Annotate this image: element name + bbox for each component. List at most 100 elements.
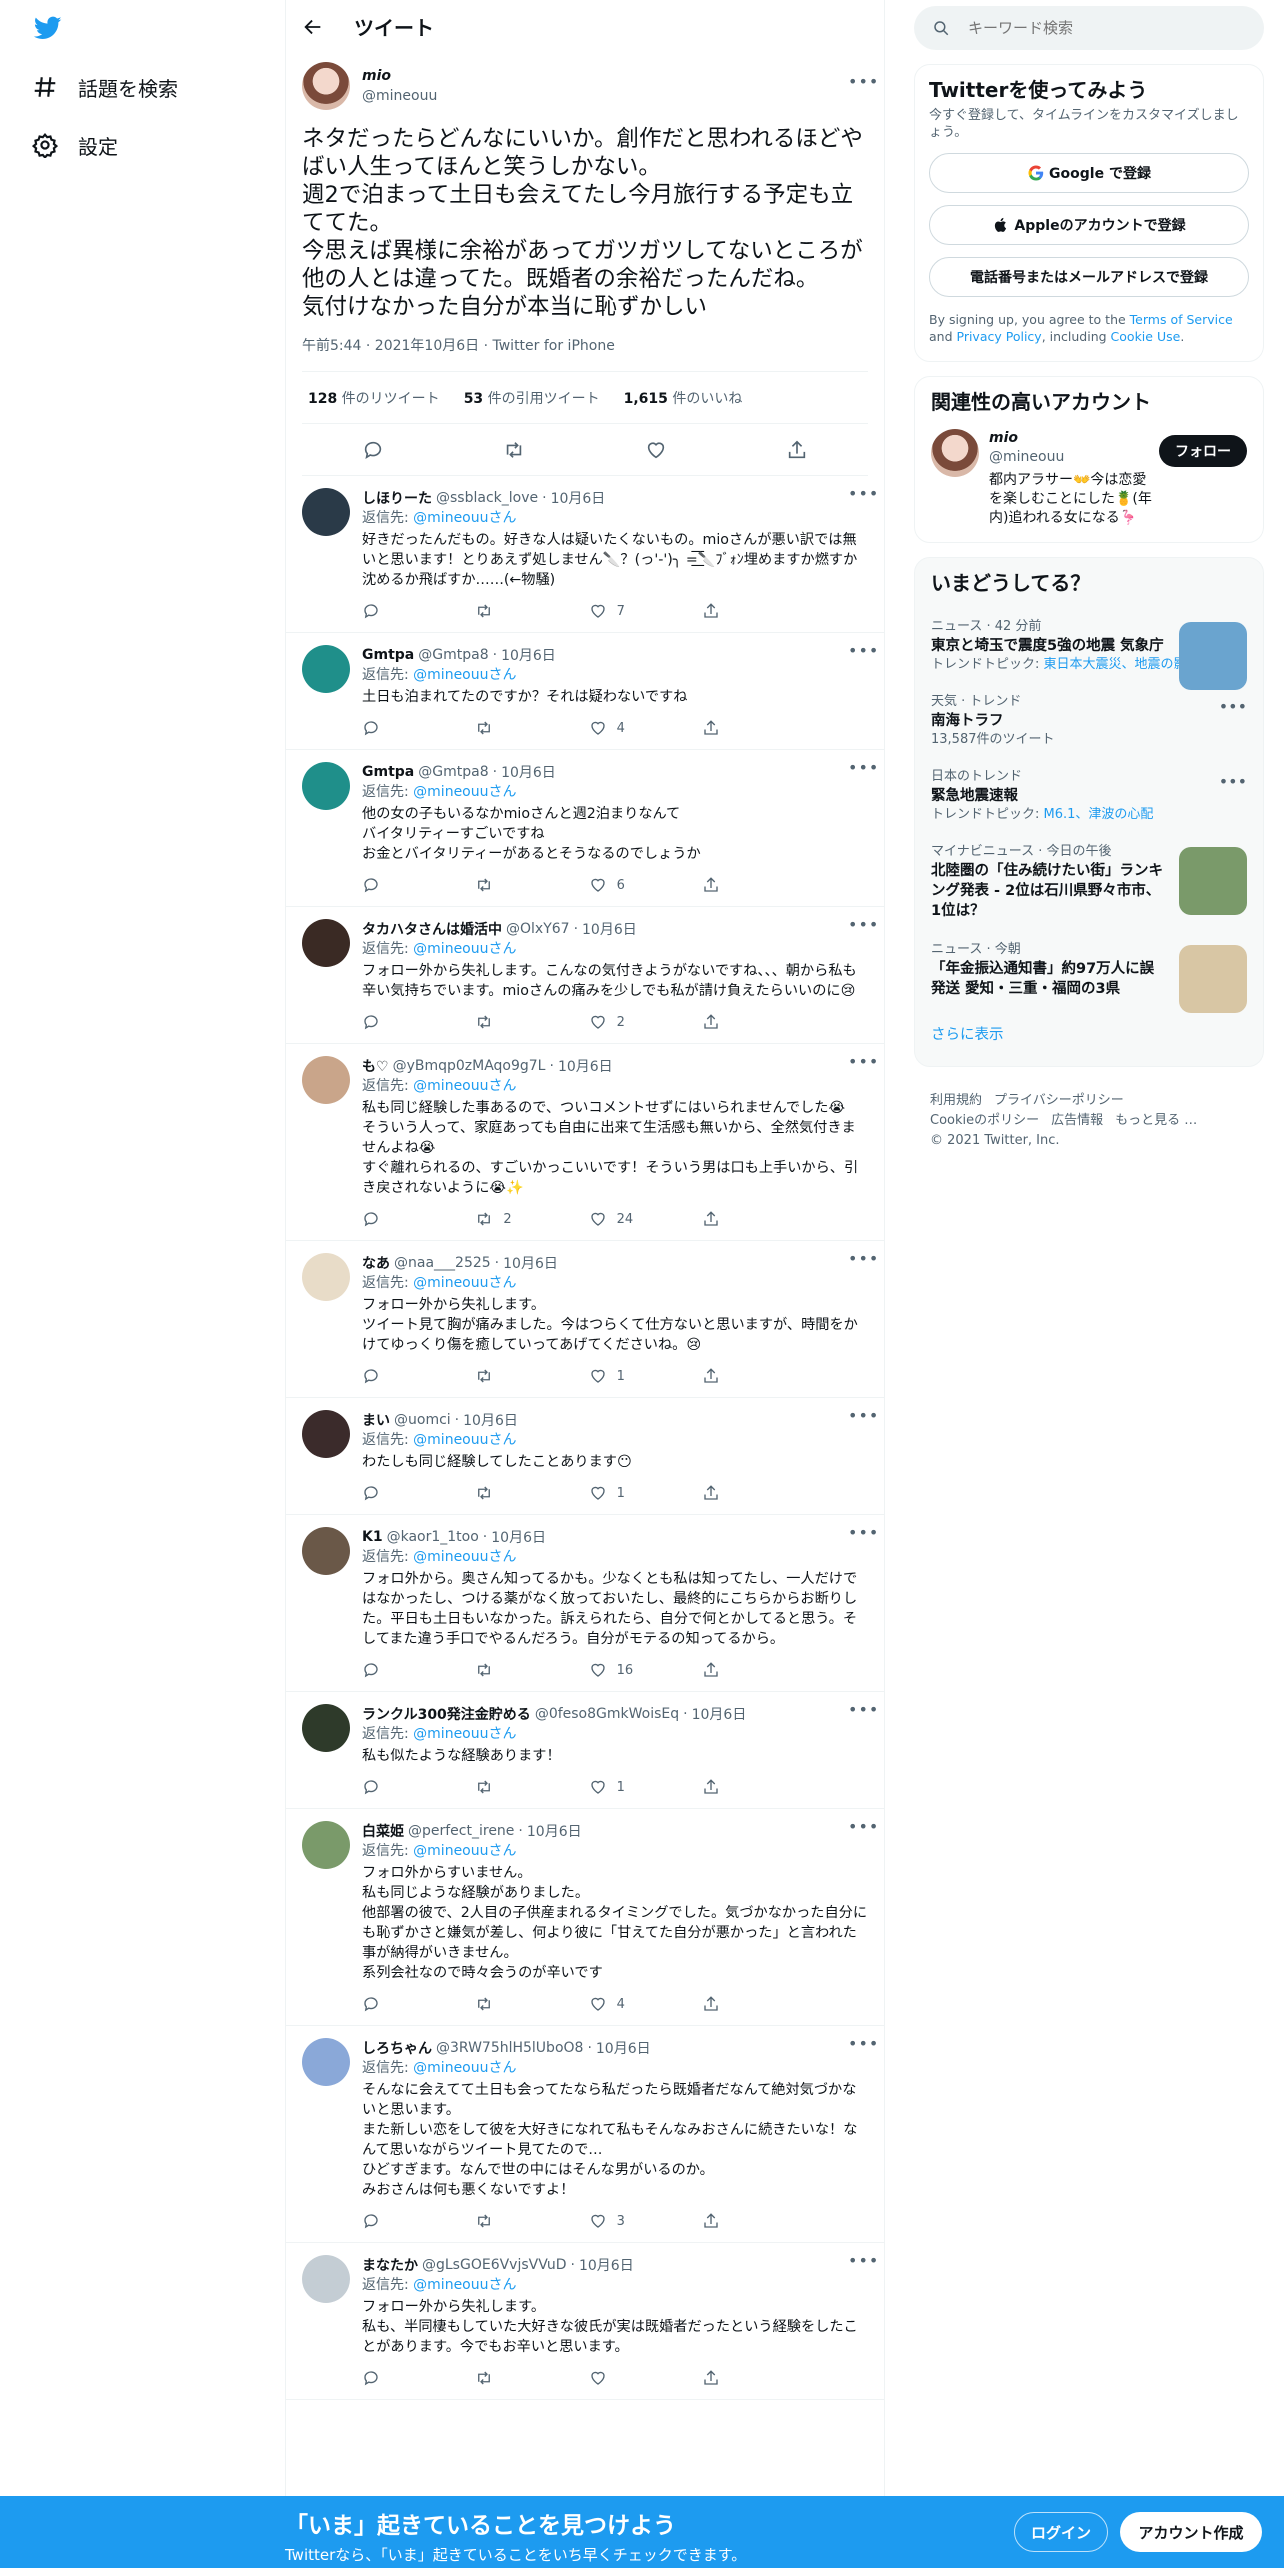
reply-button[interactable] bbox=[362, 1013, 452, 1031]
more-options-icon[interactable]: ••• bbox=[848, 2036, 878, 2058]
tweet-timestamp[interactable]: 午前5:44 · 2021年10月6日 · Twitter for iPhone bbox=[302, 335, 868, 372]
reply-button[interactable] bbox=[362, 1778, 452, 1796]
reply-tweet[interactable]: まい @uomci · 10月6日 ••• 返信先: @mineouuさん わた… bbox=[286, 1398, 884, 1515]
reply-author-handle[interactable]: @uomci bbox=[394, 1412, 451, 1428]
more-options-icon[interactable]: ••• bbox=[848, 1251, 878, 1273]
search-bar[interactable] bbox=[914, 6, 1264, 50]
avatar[interactable] bbox=[302, 1821, 350, 1869]
trend-item[interactable]: 日本のトレンド 緊急地震速報 トレンドトピック: M6.1、津波の心配 ••• bbox=[915, 758, 1263, 833]
reply-tweet[interactable]: Gmtpa @Gmtpa8 · 10月6日 ••• 返信先: @mineouuさ… bbox=[286, 750, 884, 907]
reply-to-link[interactable]: @mineouuさん bbox=[413, 1078, 516, 1094]
reply-date[interactable]: 10月6日 bbox=[491, 1527, 546, 1547]
reply-date[interactable]: 10月6日 bbox=[582, 919, 637, 939]
reply-to-link[interactable]: @mineouuさん bbox=[413, 784, 516, 800]
quote-count[interactable]: 53 件の引用ツイート bbox=[464, 388, 600, 408]
retweet-button[interactable] bbox=[475, 1484, 565, 1502]
reply-button[interactable] bbox=[362, 719, 452, 737]
reply-author-name[interactable]: K1 bbox=[362, 1529, 383, 1545]
avatar[interactable] bbox=[302, 1704, 350, 1752]
reply-author-name[interactable]: ランクル300発注金貯める bbox=[362, 1704, 531, 1724]
retweet-button[interactable] bbox=[475, 2369, 565, 2387]
reply-to-link[interactable]: @mineouuさん bbox=[413, 1843, 516, 1859]
share-button[interactable] bbox=[702, 1778, 792, 1796]
reply-date[interactable]: 10月6日 bbox=[501, 645, 556, 665]
reply-author-handle[interactable]: @0feso8GmkWoisEq bbox=[535, 1706, 679, 1722]
reply-author-name[interactable]: タカハタさんは婚活中 bbox=[362, 919, 502, 939]
twitter-bird-icon[interactable] bbox=[32, 14, 64, 42]
reply-author-name[interactable]: なあ bbox=[362, 1253, 390, 1273]
nav-explore[interactable]: 話題を検索 bbox=[32, 67, 178, 107]
follow-button[interactable]: フォロー bbox=[1159, 435, 1247, 467]
reply-button[interactable] bbox=[362, 602, 452, 620]
reply-author-name[interactable]: まなたか bbox=[362, 2255, 418, 2275]
retweet-icon[interactable] bbox=[503, 439, 525, 461]
reply-date[interactable]: 10月6日 bbox=[501, 762, 556, 782]
login-button[interactable]: ログイン bbox=[1014, 2512, 1108, 2552]
more-options-icon[interactable]: ••• bbox=[848, 1525, 878, 1547]
terms-link[interactable]: Terms of Service bbox=[1130, 312, 1233, 327]
share-button[interactable] bbox=[702, 719, 792, 737]
more-options-icon[interactable]: ••• bbox=[1219, 772, 1247, 791]
trend-item[interactable]: 天気 · トレンド 南海トラフ 13,587件のツイート ••• bbox=[915, 683, 1263, 758]
share-button[interactable] bbox=[702, 602, 792, 620]
share-button[interactable] bbox=[702, 876, 792, 894]
avatar[interactable] bbox=[302, 2038, 350, 2086]
heart-icon[interactable] bbox=[645, 439, 667, 461]
footer-cookie[interactable]: Cookieのポリシー bbox=[930, 1113, 1039, 1128]
cookie-link[interactable]: Cookie Use bbox=[1111, 329, 1181, 344]
reply-date[interactable]: 10月6日 bbox=[463, 1410, 518, 1430]
trend-item[interactable]: ニュース · 今朝 「年金振込通知書」約97万人に誤発送 愛知・三重・福岡の3県 bbox=[915, 931, 1263, 1013]
reply-author-name[interactable]: しろちゃん bbox=[362, 2038, 432, 2058]
user-handle[interactable]: @mineouu bbox=[362, 86, 848, 106]
more-options-icon[interactable]: ••• bbox=[848, 486, 878, 508]
reply-button[interactable] bbox=[362, 1484, 452, 1502]
reply-tweet[interactable]: しほりーた @ssblack_love · 10月6日 ••• 返信先: @mi… bbox=[286, 476, 884, 633]
avatar[interactable] bbox=[302, 62, 350, 110]
more-options-icon[interactable]: ••• bbox=[848, 1702, 878, 1724]
reply-author-name[interactable]: 白菜姫 bbox=[362, 1821, 404, 1841]
share-button[interactable] bbox=[702, 2369, 792, 2387]
reply-author-name[interactable]: Gmtpa bbox=[362, 647, 414, 663]
avatar[interactable] bbox=[302, 645, 350, 693]
more-options-icon[interactable]: ••• bbox=[848, 2253, 878, 2275]
reply-tweet[interactable]: も♡ @yBmqp0zMAqo9g7L · 10月6日 ••• 返信先: @mi… bbox=[286, 1044, 884, 1241]
retweet-button[interactable] bbox=[475, 1013, 565, 1031]
retweet-button[interactable] bbox=[475, 2212, 565, 2230]
share-button[interactable] bbox=[702, 1484, 792, 1502]
reply-date[interactable]: 10月6日 bbox=[692, 1704, 747, 1724]
avatar[interactable] bbox=[931, 429, 979, 477]
trend-item[interactable]: マイナビニュース · 今日の午後 北陸圏の「住み続けたい街」ランキング発表 - … bbox=[915, 833, 1263, 931]
back-arrow-icon[interactable] bbox=[302, 16, 324, 38]
reply-to-link[interactable]: @mineouuさん bbox=[413, 1275, 516, 1291]
footer-privacy[interactable]: プライバシーポリシー bbox=[994, 1093, 1124, 1108]
nav-settings[interactable]: 設定 bbox=[32, 125, 118, 165]
reply-author-handle[interactable]: @Gmtpa8 bbox=[418, 764, 488, 780]
reply-tweet[interactable]: タカハタさんは婚活中 @OlxY67 · 10月6日 ••• 返信先: @min… bbox=[286, 907, 884, 1044]
like-button[interactable]: 1 bbox=[589, 1367, 679, 1385]
reply-author-name[interactable]: Gmtpa bbox=[362, 764, 414, 780]
google-signup-button[interactable]: Google で登録 bbox=[929, 153, 1249, 193]
phone-signup-button[interactable]: 電話番号またはメールアドレスで登録 bbox=[929, 257, 1249, 297]
more-options-icon[interactable]: ••• bbox=[848, 1408, 878, 1430]
avatar[interactable] bbox=[302, 2255, 350, 2303]
reply-tweet[interactable]: 白菜姫 @perfect_irene · 10月6日 ••• 返信先: @min… bbox=[286, 1809, 884, 2026]
like-button[interactable]: 16 bbox=[589, 1661, 679, 1679]
reply-tweet[interactable]: Gmtpa @Gmtpa8 · 10月6日 ••• 返信先: @mineouuさ… bbox=[286, 633, 884, 750]
retweet-count[interactable]: 128 件のリツイート bbox=[308, 388, 440, 408]
retweet-button[interactable] bbox=[475, 1367, 565, 1385]
share-icon[interactable] bbox=[786, 439, 808, 461]
like-button[interactable] bbox=[589, 2369, 679, 2387]
reply-to-link[interactable]: @mineouuさん bbox=[413, 2060, 516, 2076]
create-account-button[interactable]: アカウント作成 bbox=[1120, 2512, 1262, 2552]
reply-button[interactable] bbox=[362, 2369, 452, 2387]
footer-ads[interactable]: 広告情報 bbox=[1051, 1113, 1103, 1128]
reply-author-handle[interactable]: @gLsGOE6VvjsVVuD bbox=[422, 2257, 567, 2273]
reply-to-link[interactable]: @mineouuさん bbox=[413, 667, 516, 683]
reply-to-link[interactable]: @mineouuさん bbox=[413, 510, 516, 526]
share-button[interactable] bbox=[702, 1367, 792, 1385]
trend-item[interactable]: ニュース · 42 分前 東京と埼玉で震度5強の地震 気象庁 トレンドトピック:… bbox=[915, 608, 1263, 690]
like-count[interactable]: 1,615 件のいいね bbox=[624, 388, 743, 408]
apple-signup-button[interactable]: Appleのアカウントで登録 bbox=[929, 205, 1249, 245]
like-button[interactable]: 7 bbox=[589, 602, 679, 620]
avatar[interactable] bbox=[302, 1056, 350, 1104]
